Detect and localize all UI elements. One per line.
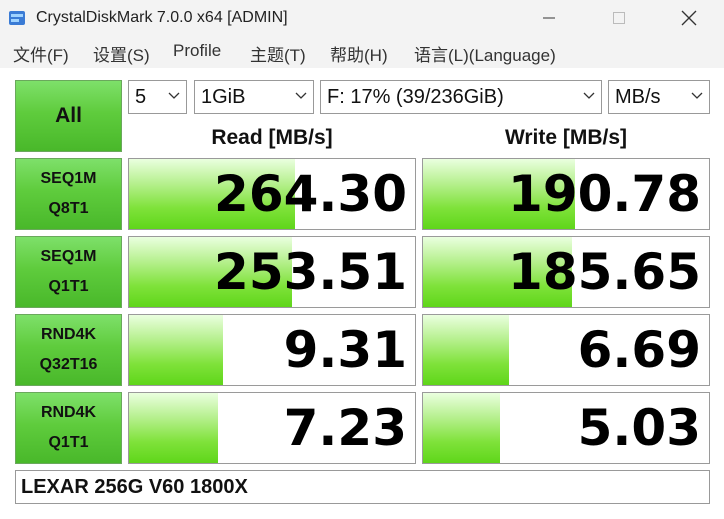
chevron-down-icon <box>168 92 180 99</box>
read-result-seq1m-q1t1: 253.51 <box>128 236 416 308</box>
count-select[interactable]: 5 <box>128 80 187 114</box>
menu-file[interactable]: 文件(F) <box>13 41 69 66</box>
write-value: 5.03 <box>577 399 701 457</box>
write-result-seq1m-q1t1: 185.65 <box>422 236 710 308</box>
chevron-down-icon <box>295 92 307 99</box>
drive-select[interactable]: F: 17% (39/236GiB) <box>320 80 602 114</box>
write-value: 6.69 <box>577 321 701 379</box>
title-bar: CrystalDiskMark 7.0.0 x64 [ADMIN] <box>0 0 724 36</box>
write-result-rnd4k-q32t16: 6.69 <box>422 314 710 386</box>
count-value: 5 <box>135 86 147 108</box>
read-value: 264.30 <box>214 165 407 223</box>
test-label-line2: Q32T16 <box>39 356 98 373</box>
read-bar <box>129 315 224 385</box>
read-value: 9.31 <box>283 321 407 379</box>
test-button-seq1m-q8t1[interactable]: SEQ1M Q8T1 <box>15 158 122 230</box>
test-button-seq1m-q1t1[interactable]: SEQ1M Q1T1 <box>15 236 122 308</box>
window-title: CrystalDiskMark 7.0.0 x64 [ADMIN] <box>36 9 288 26</box>
size-select[interactable]: 1GiB <box>194 80 314 114</box>
write-bar <box>423 393 501 463</box>
menu-bar: 文件(F) 设置(S) Profile 主题(T) 帮助(H) 语言(L)(La… <box>0 38 724 66</box>
read-result-rnd4k-q1t1: 7.23 <box>128 392 416 464</box>
read-result-rnd4k-q32t16: 9.31 <box>128 314 416 386</box>
test-label-line2: Q1T1 <box>48 278 89 295</box>
test-label-line1: SEQ1M <box>40 170 97 187</box>
test-label-line1: RND4K <box>40 404 97 421</box>
write-result-rnd4k-q1t1: 5.03 <box>422 392 710 464</box>
unit-value: MB/s <box>615 86 661 108</box>
write-header: Write [MB/s] <box>504 126 628 149</box>
minimize-button[interactable] <box>514 0 584 36</box>
chevron-down-icon <box>583 92 595 99</box>
test-button-rnd4k-q1t1[interactable]: RND4K Q1T1 <box>15 392 122 464</box>
all-button[interactable]: All <box>15 80 122 152</box>
unit-select[interactable]: MB/s <box>608 80 710 114</box>
test-label-line2: Q8T1 <box>48 200 89 217</box>
write-result-seq1m-q8t1: 190.78 <box>422 158 710 230</box>
write-bar <box>423 315 509 385</box>
read-value: 7.23 <box>283 399 407 457</box>
menu-profile[interactable]: Profile <box>173 41 221 61</box>
test-button-rnd4k-q32t16[interactable]: RND4K Q32T16 <box>15 314 122 386</box>
read-bar <box>129 393 218 463</box>
maximize-button[interactable] <box>584 0 654 36</box>
drive-value: F: 17% (39/236GiB) <box>327 86 504 108</box>
test-label-line1: RND4K <box>40 326 97 343</box>
test-label-line1: SEQ1M <box>40 248 97 265</box>
comment-field[interactable]: LEXAR 256G V60 1800X <box>15 470 710 504</box>
menu-help[interactable]: 帮助(H) <box>330 41 388 66</box>
test-label-line2: Q1T1 <box>48 434 89 451</box>
close-icon <box>681 10 697 26</box>
read-result-seq1m-q8t1: 264.30 <box>128 158 416 230</box>
close-button[interactable] <box>654 0 724 36</box>
read-value: 253.51 <box>214 243 407 301</box>
read-header: Read [MB/s] <box>211 126 333 149</box>
chevron-down-icon <box>691 92 703 99</box>
menu-language[interactable]: 语言(L)(Language) <box>414 41 556 66</box>
maximize-icon <box>613 12 625 24</box>
menu-settings[interactable]: 设置(S) <box>93 41 150 66</box>
write-value: 185.65 <box>508 243 701 301</box>
minimize-icon <box>543 17 555 19</box>
size-value: 1GiB <box>201 86 246 108</box>
write-value: 190.78 <box>508 165 701 223</box>
menu-theme[interactable]: 主题(T) <box>250 41 306 66</box>
app-icon <box>9 11 25 25</box>
